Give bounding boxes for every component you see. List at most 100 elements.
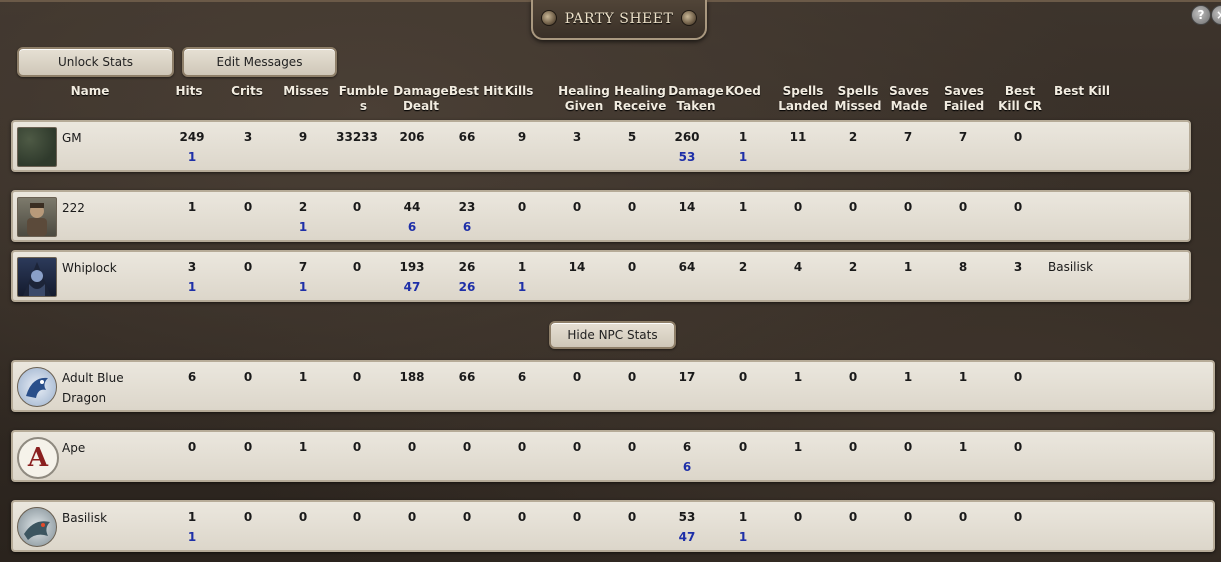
header-fumbles: Fumble s [336,84,391,114]
cell-healing-given: 0 [572,440,582,454]
cell-hits: 1 [187,200,197,214]
cell-hits-secondary: 1 [187,150,197,164]
header-spells-landed: Spells Landed [776,84,830,114]
cell-hits-secondary: 1 [187,280,197,294]
cell-saves-failed: 1 [958,370,968,384]
cell-damage-taken: 14 [678,200,696,214]
help-icon[interactable]: ? [1191,5,1211,25]
row-name: GM [62,131,82,145]
cell-fumbles: 0 [352,200,362,214]
warlock-portrait-icon [23,262,51,296]
header-damage-taken-line2: Taken [676,99,716,113]
letter-a-avatar: A [17,437,59,479]
header-saves-made: Saves Made [884,84,934,114]
cell-damage-taken: 53 [678,510,696,524]
cell-kills: 0 [517,510,527,524]
row-name: Basilisk [62,511,108,525]
header-spells-missed-line1: Spells [837,84,879,98]
cell-saves-made: 1 [903,260,913,274]
cell-spells-missed: 0 [848,200,858,214]
cell-healing-given: 0 [572,510,582,524]
window-title-plate: PARTY SHEET [531,0,707,40]
header-damage-taken: Damage Taken [668,84,724,114]
unlock-stats-button[interactable]: Unlock Stats [17,47,174,77]
header-hits: Hits [175,84,203,98]
cell-saves-failed: 7 [958,130,968,144]
header-healing-receive-line1: Healing [614,84,666,98]
cell-damage-taken-secondary: 53 [678,150,696,164]
pc-row-222[interactable]: 222 1 0 2 0 44 23 0 0 0 14 1 0 0 0 0 0 1 6 6 [11,190,1191,242]
basilisk-avatar [17,507,57,547]
npc-row-adult-blue-dragon[interactable]: Adult Blue Dragon 6 0 1 0 188 66 6 0 0 17 0 1 0 1 1 0 [11,360,1215,412]
npc-row-ape[interactable]: A Ape 0 0 1 0 0 0 0 0 0 6 0 1 0 0 1 0 6 [11,430,1215,482]
cell-fumbles: 0 [352,510,362,524]
cell-spells-missed: 2 [848,260,858,274]
basilisk-token-icon [24,521,50,540]
cell-koed: 1 [738,130,748,144]
header-healing-receive-line2: Receive [613,99,667,113]
cell-misses: 1 [298,370,308,384]
warrior-avatar [17,197,57,237]
cell-kills: 0 [517,440,527,454]
cell-misses-secondary: 1 [298,280,308,294]
cell-damage-dealt: 193 [399,260,425,274]
cell-hits: 0 [187,440,197,454]
cell-damage-dealt: 44 [403,200,421,214]
header-saves-failed: Saves Failed [939,84,989,114]
cell-misses: 9 [298,130,308,144]
cell-hits: 1 [187,510,197,524]
cell-best-kill-cr: 0 [1013,370,1023,384]
cell-kills: 9 [517,130,527,144]
pc-row-gm[interactable]: GM 249 3 9 33233 206 66 9 3 5 260 1 11 2 7 7 0 1 53 1 [11,120,1191,172]
dragon-avatar [17,367,57,407]
cell-saves-made: 0 [903,440,913,454]
column-header-row: Name Hits Crits Misses Fumble s Damage Dea… [0,84,1221,118]
cell-crits: 0 [243,510,253,524]
cell-misses: 0 [298,510,308,524]
header-best-kill: Best Kill [1054,84,1110,98]
cell-koed: 1 [738,510,748,524]
cell-damage-dealt: 206 [399,130,425,144]
cell-best-hit: 26 [458,260,476,274]
cell-best-hit: 66 [458,130,476,144]
header-damage-taken-line1: Damage [668,84,724,98]
cell-best-hit: 23 [458,200,476,214]
cell-saves-made: 0 [903,200,913,214]
header-best-kill-cr-line1: Best [1004,84,1036,98]
header-saves-made-line2: Made [890,99,928,113]
pc-row-whiplock[interactable]: Whiplock 3 0 7 0 193 26 1 14 0 64 2 4 2 1 8 3 Basilisk 1 1… [11,250,1191,302]
cell-healing-receive: 0 [627,260,637,274]
row-name: Ape [62,441,86,455]
row-name: 222 [62,201,85,215]
cell-kills: 6 [517,370,527,384]
cell-hits-secondary: 1 [187,530,197,544]
cell-damage-dealt: 188 [399,370,425,384]
cell-crits: 0 [243,260,253,274]
row-name: Whiplock [62,261,117,275]
cell-best-kill-cr: 0 [1013,130,1023,144]
cell-spells-missed: 0 [848,370,858,384]
header-saves-made-line1: Saves [889,84,929,98]
header-healing-given-line1: Healing [558,84,610,98]
cell-koed-secondary: 1 [738,150,748,164]
hide-npc-stats-button[interactable]: Hide NPC Stats [549,321,676,349]
cell-best-hit: 0 [462,510,472,524]
cell-healing-receive: 0 [627,200,637,214]
cell-damage-taken: 17 [678,370,696,384]
cell-damage-dealt-secondary: 6 [407,220,417,234]
row-name: Adult Blue Dragon [62,368,162,408]
header-damage-dealt-line1: Damage [393,84,449,98]
cell-damage-taken-secondary: 6 [682,460,692,474]
cell-spells-landed: 1 [793,370,803,384]
header-saves-failed-line1: Saves [944,84,984,98]
cell-damage-dealt: 0 [407,440,417,454]
cell-healing-receive: 0 [627,370,637,384]
cell-kills-secondary: 1 [517,280,527,294]
cell-best-hit-secondary: 6 [462,220,472,234]
npc-row-basilisk[interactable]: Basilisk 1 0 0 0 0 0 0 0 0 53 1 0 0 0 0 0 1 47 1 [11,500,1215,552]
cell-damage-taken: 64 [678,260,696,274]
cell-damage-dealt-secondary: 47 [403,280,421,294]
cell-crits: 0 [243,200,253,214]
cell-damage-taken: 260 [674,130,700,144]
edit-messages-button[interactable]: Edit Messages [182,47,337,77]
